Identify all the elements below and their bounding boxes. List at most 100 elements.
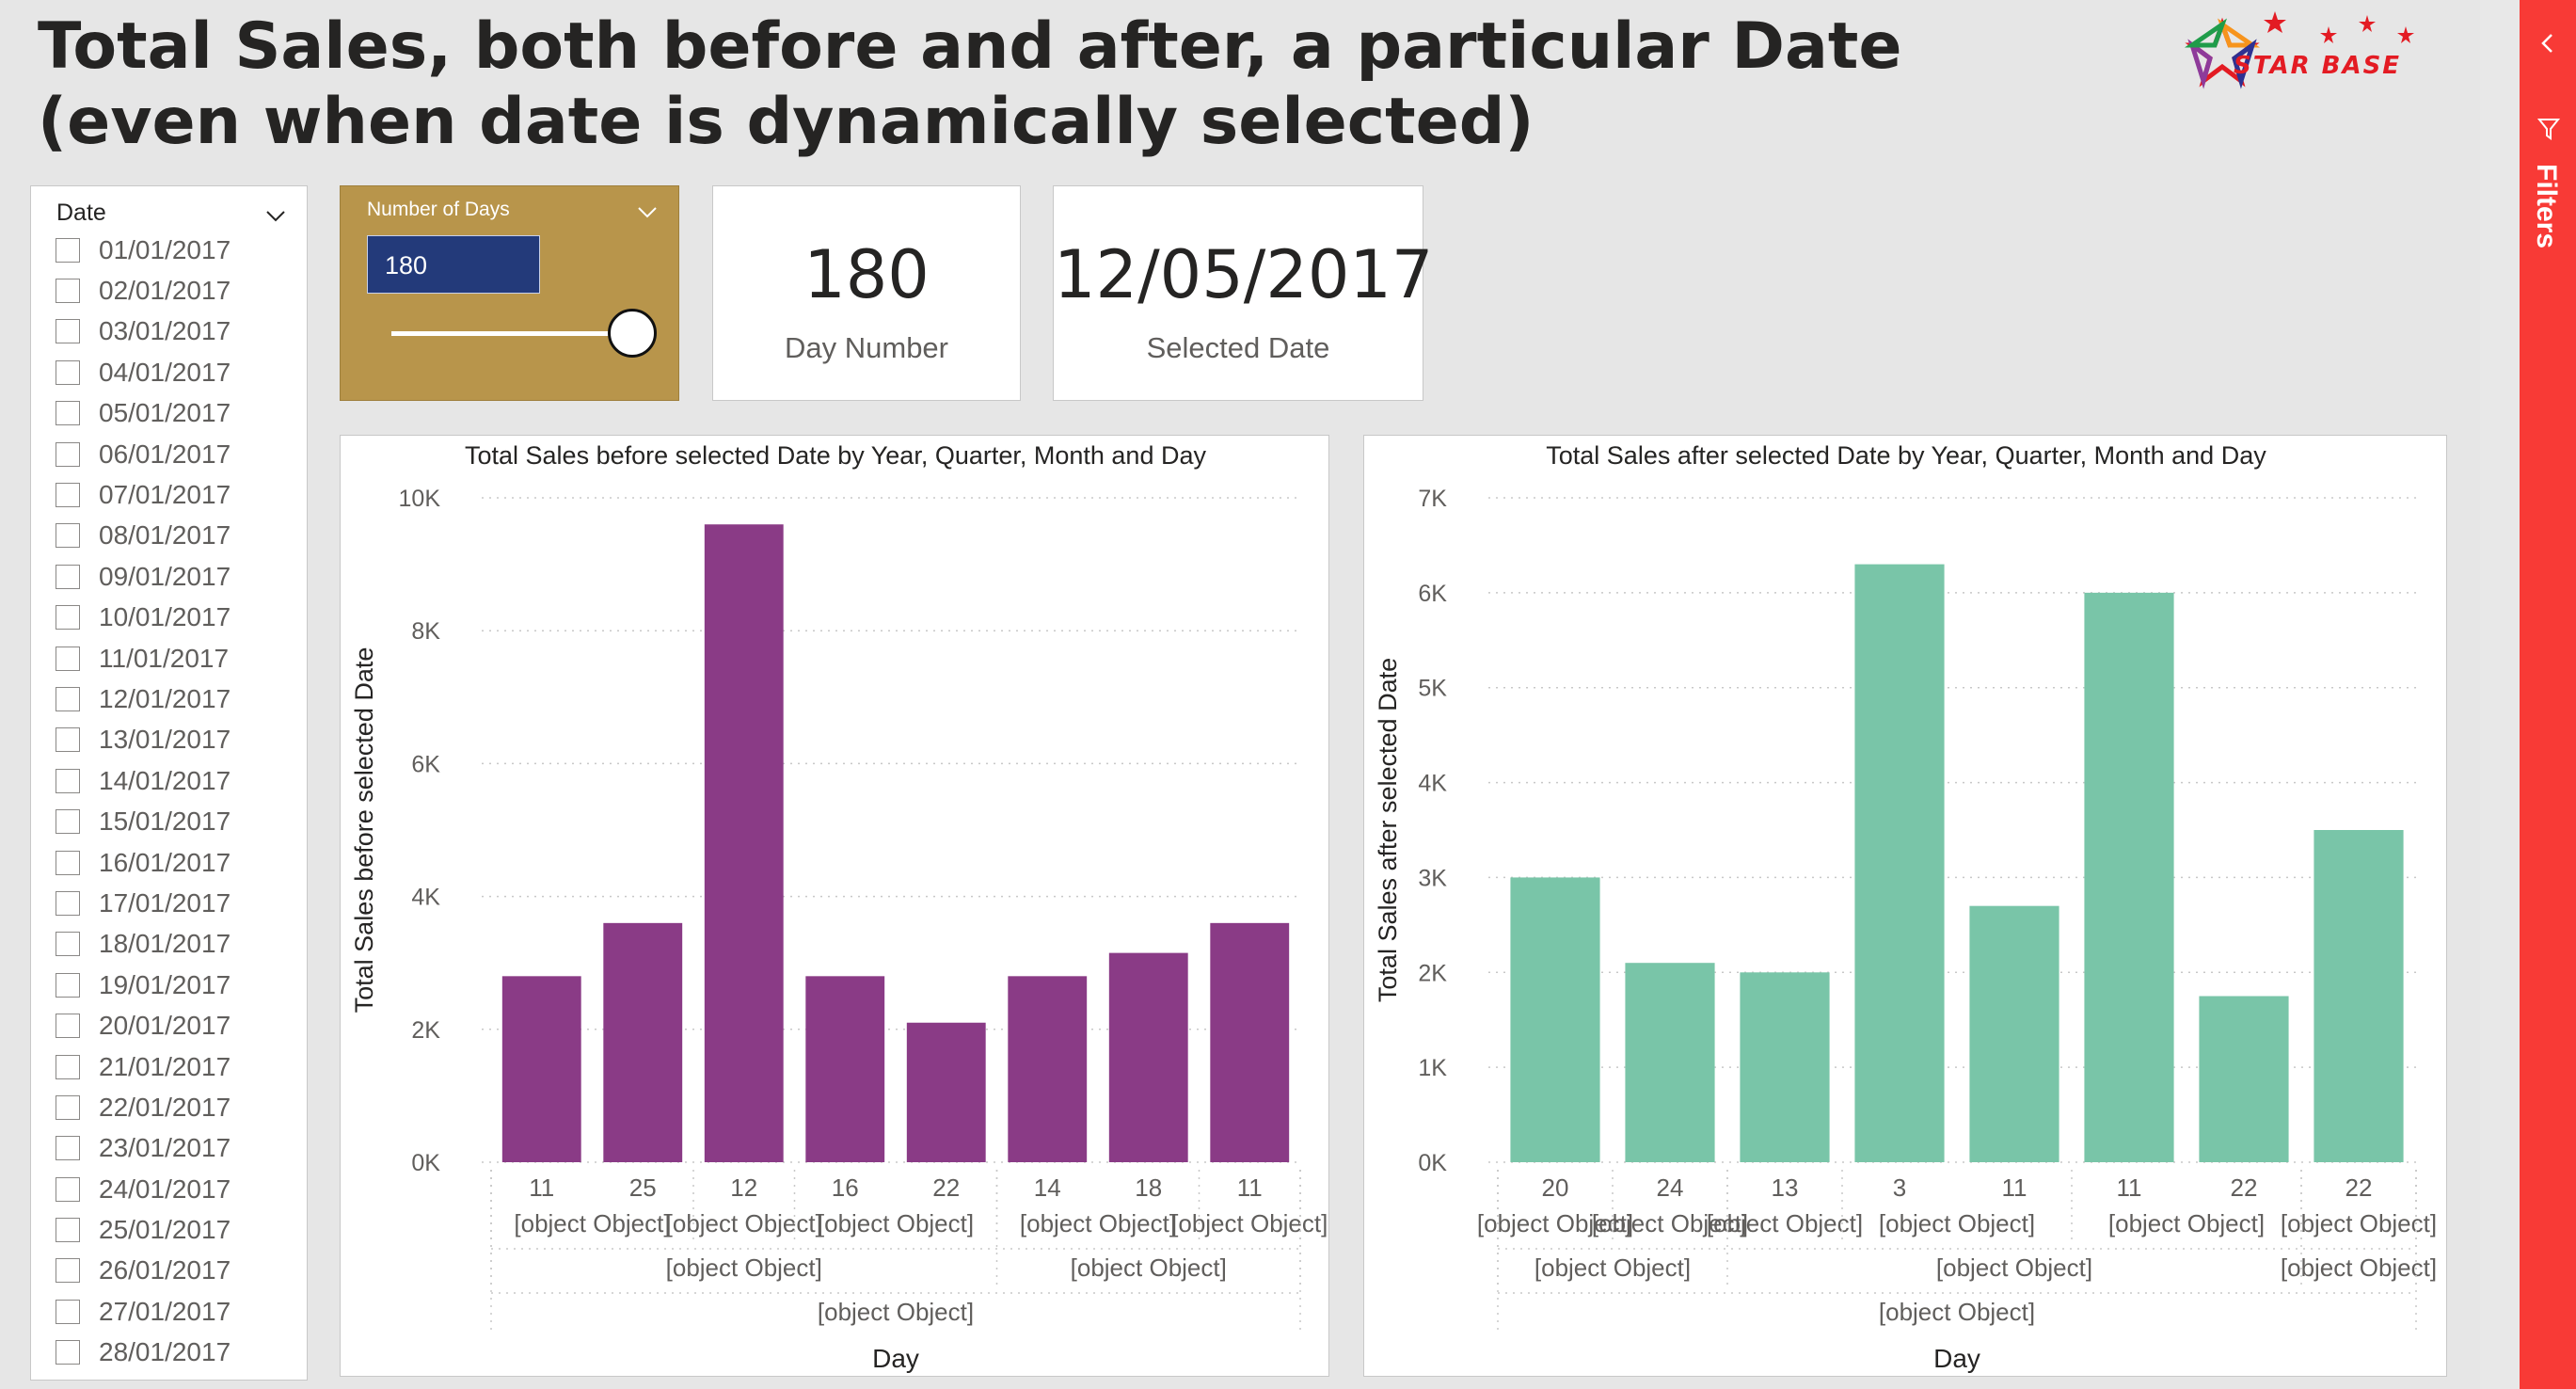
date-slicer-item[interactable]: 15/01/2017 [56,801,281,841]
after-year-label: [object Object] [1879,1298,2035,1326]
sales-after-chart[interactable]: Total Sales after selected Date by Year,… [1363,435,2447,1377]
star-base-logo: STAR BASE [2184,11,2414,89]
date-list: 01/01/2017 02/01/2017 03/01/2017 04/01/2017… [56,230,281,1373]
date-slicer-item-label: 21/01/2017 [99,1051,231,1081]
date-slicer-item[interactable]: 28/01/2017 [56,1333,281,1373]
checkbox[interactable] [56,1014,80,1039]
canvas-scroll-strip [2480,0,2520,1389]
date-slicer-item[interactable]: 24/01/2017 [56,1169,281,1209]
after-quarter-label: [object Object] [2281,1253,2437,1282]
after-bar [2314,830,2404,1162]
checkbox[interactable] [56,279,80,304]
checkbox[interactable] [56,1258,80,1284]
after-x-tick-label: 24 [1657,1173,1684,1202]
date-slicer-item[interactable]: 19/01/2017 [56,965,281,1005]
chevron-down-icon[interactable] [265,205,286,226]
checkbox[interactable] [56,237,80,263]
before-bar [805,976,885,1162]
date-slicer-item[interactable]: 07/01/2017 [56,474,281,515]
date-slicer-item[interactable]: 04/01/2017 [56,352,281,392]
date-slicer-item-label: 14/01/2017 [99,765,231,795]
after-bar [1969,905,2059,1162]
checkbox[interactable] [56,1136,80,1161]
checkbox[interactable] [56,1218,80,1243]
date-slicer-item[interactable]: 09/01/2017 [56,556,281,597]
after-y-tick-label: 6K [1418,581,1447,607]
date-slicer-item[interactable]: 03/01/2017 [56,311,281,352]
checkbox[interactable] [56,809,80,835]
checkbox[interactable] [56,564,80,589]
before-bar [1210,922,1290,1162]
date-slicer-item[interactable]: 23/01/2017 [56,1128,281,1169]
date-slicer-item[interactable]: 26/01/2017 [56,1251,281,1291]
date-slicer-item[interactable]: 10/01/2017 [56,598,281,638]
checkbox[interactable] [56,401,80,426]
number-of-days-slider-thumb[interactable] [608,309,657,358]
date-slicer-item[interactable]: 02/01/2017 [56,270,281,311]
date-slicer-item[interactable]: 16/01/2017 [56,842,281,883]
checkbox[interactable] [56,605,80,631]
date-slicer-item[interactable]: 20/01/2017 [56,1005,281,1046]
checkbox[interactable] [56,1054,80,1079]
date-slicer-item-label: 16/01/2017 [99,847,231,877]
date-slicer-item-label: 02/01/2017 [99,276,231,306]
checkbox[interactable] [56,850,80,875]
after-x-tick-label: 11 [2117,1173,2142,1202]
date-slicer-item[interactable]: 12/01/2017 [56,679,281,719]
day-number-caption: Day Number [785,331,948,364]
date-slicer-item[interactable]: 05/01/2017 [56,393,281,434]
date-slicer-item[interactable]: 27/01/2017 [56,1291,281,1332]
after-x-tick-label: 3 [1893,1173,1906,1202]
checkbox[interactable] [56,727,80,753]
date-slicer-item-label: 10/01/2017 [99,602,231,632]
filters-pane[interactable]: Filters [2520,0,2576,1389]
date-slicer-item[interactable]: 06/01/2017 [56,434,281,474]
selected-date-caption: Selected Date [1146,331,1330,364]
date-slicer-item-label: 08/01/2017 [99,520,231,551]
number-of-days-input[interactable]: 180 [367,235,540,294]
checkbox[interactable] [56,932,80,957]
checkbox[interactable] [56,768,80,793]
checkbox[interactable] [56,319,80,344]
checkbox[interactable] [56,646,80,671]
date-slicer-item[interactable]: 11/01/2017 [56,638,281,679]
date-slicer-item[interactable]: 25/01/2017 [56,1209,281,1250]
checkbox[interactable] [56,1176,80,1202]
checkbox[interactable] [56,890,80,916]
chevron-left-icon[interactable] [2536,32,2559,55]
after-month-label: [object Object] [2108,1209,2265,1237]
date-slicer-item-label: 05/01/2017 [99,398,231,428]
date-slicer-item-label: 18/01/2017 [99,929,231,959]
checkbox[interactable] [56,972,80,998]
filters-pane-label[interactable]: Filters [2530,164,2562,248]
date-slicer-item-label: 20/01/2017 [99,1011,231,1041]
checkbox[interactable] [56,686,80,711]
after-month-label: [object Object] [2281,1209,2437,1237]
date-slicer[interactable]: Date 01/01/2017 02/01/2017 03/01/2017 04/01… [30,185,308,1381]
chevron-down-icon[interactable] [637,201,658,222]
day-number-card: 180 Day Number [712,185,1021,401]
checkbox[interactable] [56,1299,80,1324]
before-month-label: [object Object] [666,1209,822,1237]
date-slicer-item[interactable]: 08/01/2017 [56,516,281,556]
number-of-days-slider-track[interactable] [391,331,640,336]
checkbox[interactable] [56,441,80,467]
before-x-tick-label: 18 [1135,1173,1162,1202]
checkbox[interactable] [56,359,80,385]
date-slicer-item[interactable]: 01/01/2017 [56,230,281,270]
date-slicer-item[interactable]: 14/01/2017 [56,760,281,801]
checkbox[interactable] [56,1094,80,1120]
before-bar [1008,976,1088,1162]
date-slicer-item[interactable]: 13/01/2017 [56,720,281,760]
date-slicer-item[interactable]: 17/01/2017 [56,883,281,923]
date-slicer-header: Date [56,200,106,226]
sales-before-chart[interactable]: Total Sales before selected Date by Year… [340,435,1329,1377]
checkbox[interactable] [56,523,80,549]
checkbox[interactable] [56,483,80,508]
date-slicer-item[interactable]: 18/01/2017 [56,924,281,965]
checkbox[interactable] [56,1340,80,1365]
day-number-value: 180 [803,236,930,313]
date-slicer-item[interactable]: 21/01/2017 [56,1046,281,1087]
date-slicer-item-label: 27/01/2017 [99,1296,231,1326]
date-slicer-item[interactable]: 22/01/2017 [56,1087,281,1127]
